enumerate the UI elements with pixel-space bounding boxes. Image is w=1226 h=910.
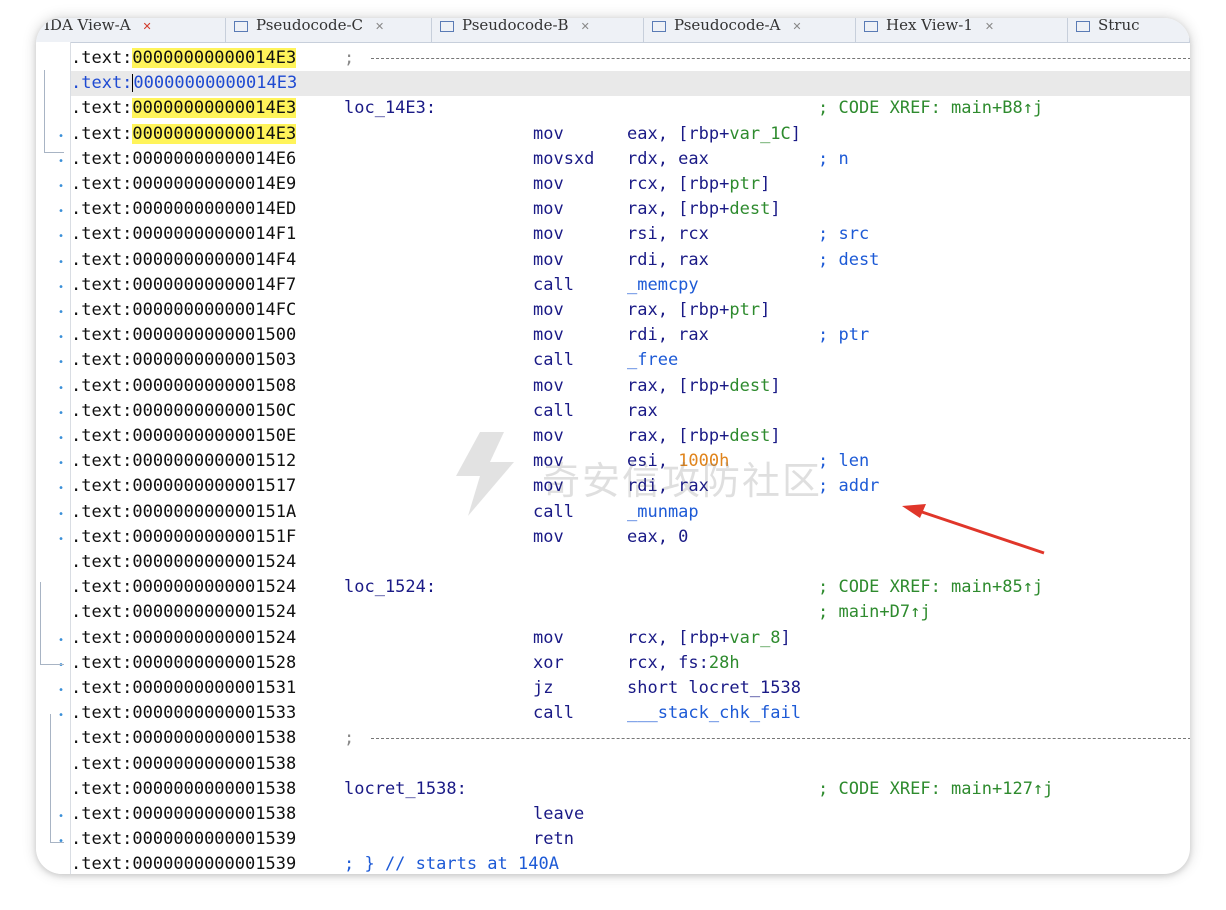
- annotation-arrow: [902, 504, 1045, 555]
- ida-window: IDA View-A ✕ Pseudocode-C ✕ Pseudocode-B ✕ Pse…: [36, 18, 1190, 874]
